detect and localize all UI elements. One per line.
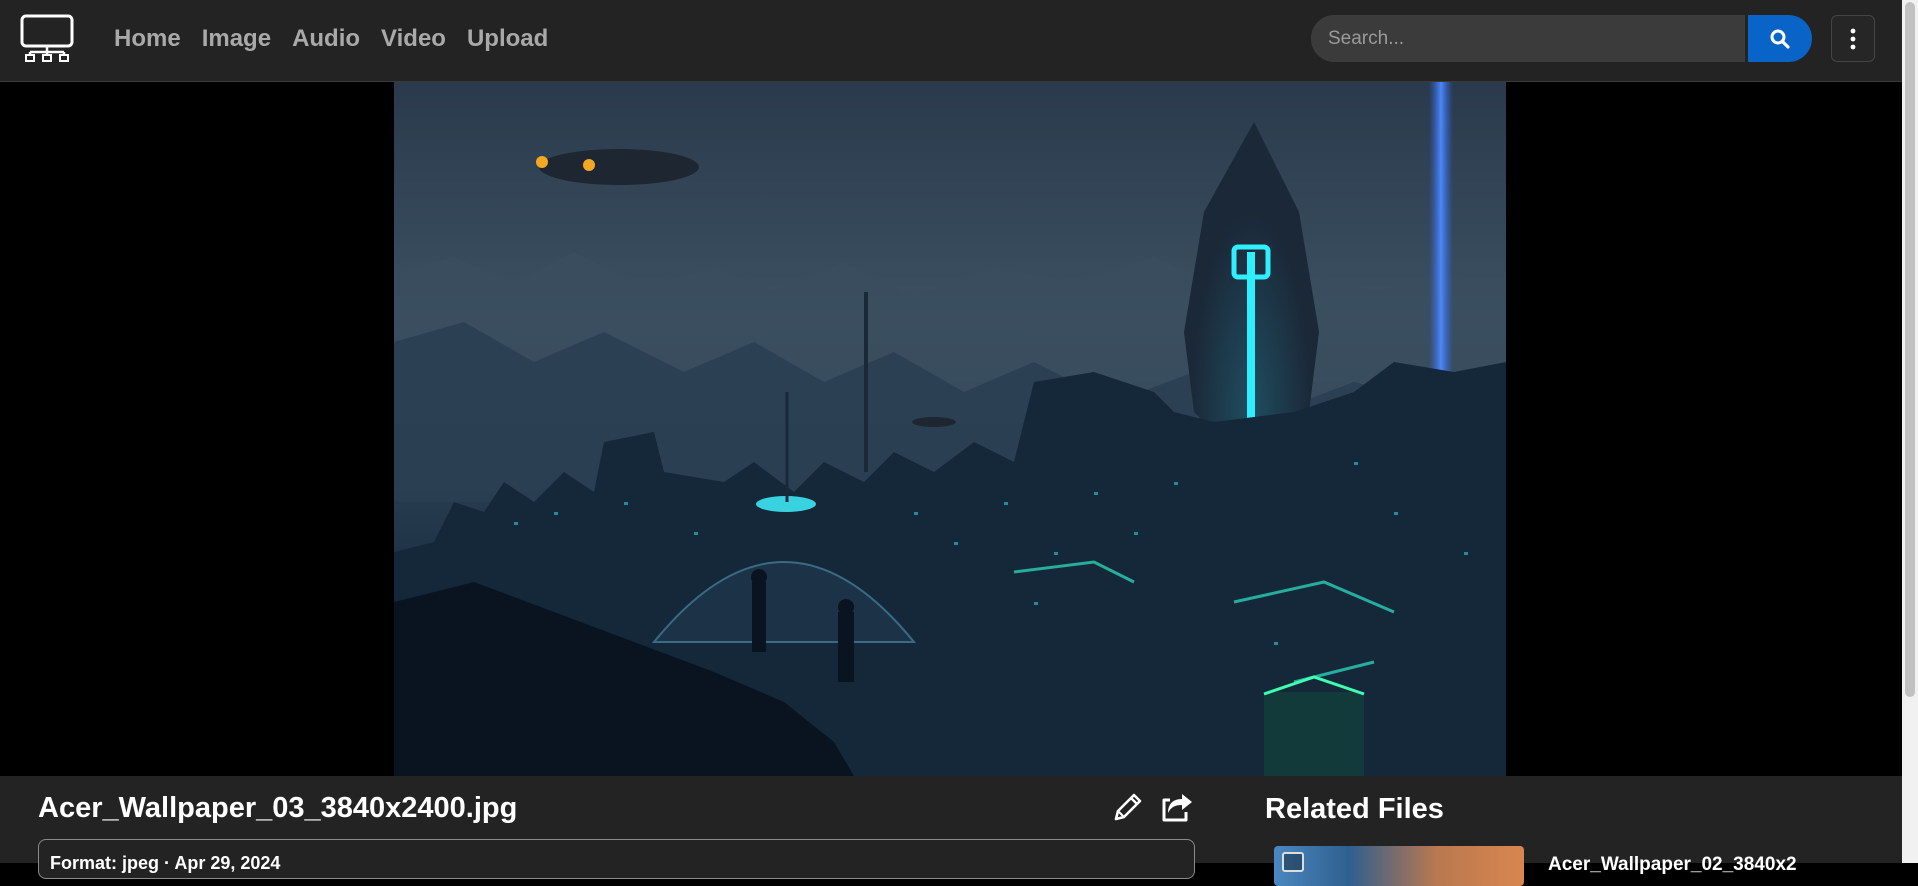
file-title: Acer_Wallpaper_03_3840x2400.jpg [38,792,518,824]
page-scrollbar[interactable] [1902,0,1918,863]
image-viewer [0,82,1902,776]
cyberpunk-city-artwork[interactable] [394,82,1506,776]
related-file-name[interactable]: Acer_Wallpaper_02_3840x2 [1548,854,1797,876]
nav-upload-link[interactable]: Upload [467,24,548,54]
search-button[interactable] [1748,15,1812,62]
search-icon [1770,29,1790,49]
related-file-item[interactable]: Acer_Wallpaper_02_3840x2 [1274,846,1834,886]
nav-image-link[interactable]: Image [202,24,271,54]
share-icon[interactable] [1160,790,1194,824]
search-input[interactable] [1311,15,1745,62]
file-info-section: Acer_Wallpaper_03_3840x2400.jpg Format: … [0,776,1902,886]
pencil-icon[interactable] [1110,791,1144,825]
nav-home-link[interactable]: Home [114,24,181,54]
file-details-box: Format: jpeg · Apr 29, 2024 [38,839,1195,879]
nav-audio-link[interactable]: Audio [292,24,360,54]
file-meta-text: Format: jpeg · Apr 29, 2024 [50,853,281,873]
nav-video-link[interactable]: Video [381,24,446,54]
search-bar [1311,15,1812,62]
scrollbar-thumb[interactable] [1905,2,1915,697]
related-files-heading: Related Files [1265,793,1444,825]
top-navbar: Home Image Audio Video Upload [0,0,1902,82]
more-menu-button[interactable] [1831,15,1875,62]
image-icon [1282,852,1304,872]
monitor-tree-icon[interactable] [20,14,74,62]
vertical-ellipsis-icon [1850,28,1856,49]
main-nav: Home Image Audio Video Upload [114,24,548,54]
related-file-thumbnail[interactable] [1274,846,1524,886]
